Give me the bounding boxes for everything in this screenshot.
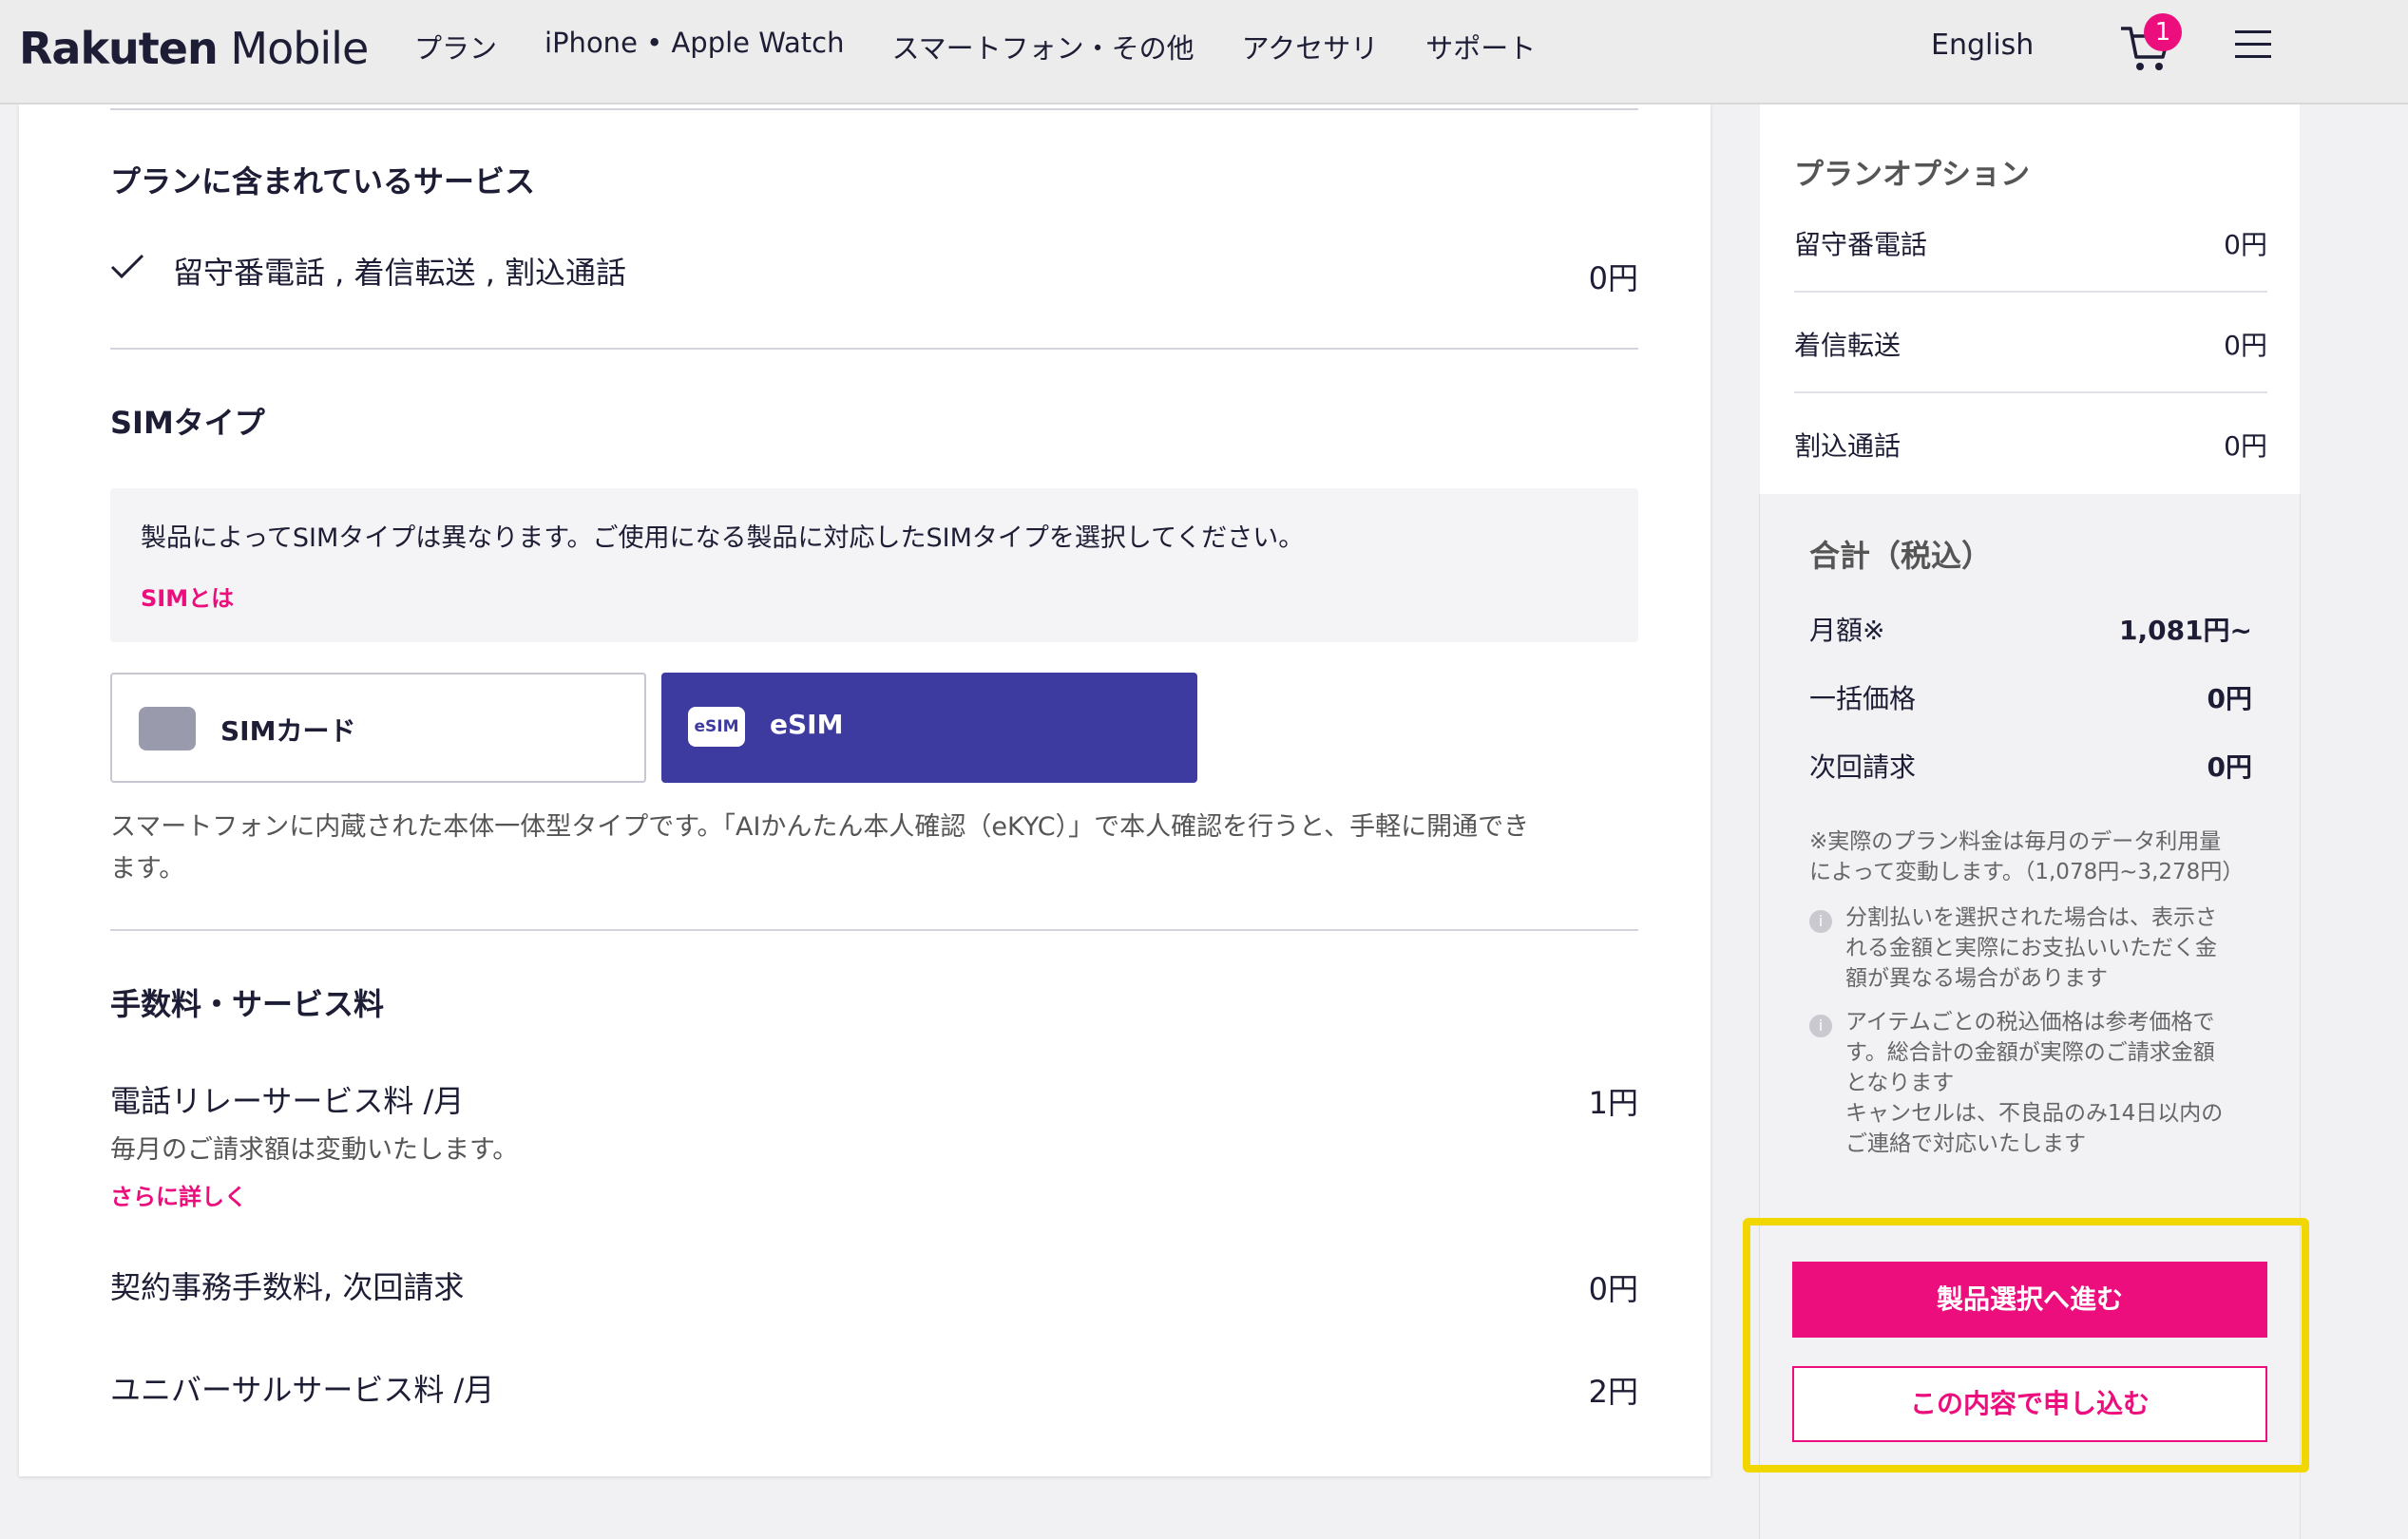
- sim-info-box: 製品によってSIMタイプは異なります。ご使用になる製品に対応したSIMタイプを選…: [110, 488, 1638, 642]
- installment-note-line3: 額が異なる場合があります: [1845, 966, 2108, 991]
- plan-options-title: プランオプション: [1794, 158, 2030, 192]
- included-services-title: プランに含まれているサービス: [110, 163, 536, 200]
- rakuten-mobile-logo[interactable]: Rakuten Mobile: [19, 23, 369, 74]
- total-title: 合計（税込）: [1809, 538, 1993, 574]
- nav-support[interactable]: サポート: [1425, 27, 1536, 66]
- esim-label: eSIM: [770, 709, 844, 740]
- sim-type-title: SIMタイプ: [110, 405, 265, 441]
- option-label: 割込通話: [1794, 430, 1902, 462]
- main-nav: プラン iPhone • Apple Watch スマートフォン・その他 アクセ…: [414, 27, 1536, 66]
- divider: [1794, 391, 2267, 393]
- plan-options-panel: プランオプション 留守番電話 0円 着信転送 0円 割込通話 0円: [1760, 104, 2300, 494]
- total-value: 0円: [2207, 683, 2252, 714]
- total-row-lump-sum: 一括価格 0円: [1809, 678, 2252, 716]
- total-label: 月額※: [1809, 615, 1885, 646]
- esim-option[interactable]: eSIM eSIM: [661, 673, 1197, 783]
- total-value: 1,081円~: [2118, 615, 2252, 646]
- relay-service-label: 電話リレーサービス料 /月: [110, 1083, 465, 1119]
- option-row-voicemail: 留守番電話 0円: [1794, 224, 2267, 262]
- sim-card-option[interactable]: SIMカード: [110, 673, 646, 783]
- universal-service-label: ユニバーサルサービス料 /月: [110, 1372, 495, 1408]
- esim-description-line2: ます。: [110, 854, 185, 884]
- cancel-note-line2: ご連絡で対応いたします: [1845, 1131, 2086, 1156]
- fees-title: 手数料・サービス料: [110, 986, 385, 1022]
- universal-service-price: 2円: [1588, 1374, 1638, 1410]
- relay-service-note: 毎月のご請求額は変動いたします。: [110, 1135, 519, 1165]
- sim-info-text: 製品によってSIMタイプは異なります。ご使用になる製品に対応したSIMタイプを選…: [141, 523, 1305, 553]
- logo-bold: Rakuten: [19, 23, 219, 74]
- cart-count-badge: 1: [2144, 13, 2182, 51]
- logo-thin: Mobile: [230, 23, 369, 74]
- option-value: 0円: [2224, 330, 2267, 361]
- cancel-note-line1: キャンセルは、不良品のみ14日以内の: [1845, 1101, 2224, 1126]
- relay-service-price: 1円: [1588, 1085, 1638, 1121]
- divider: [110, 929, 1638, 931]
- info-icon: i: [1809, 910, 1832, 933]
- contract-fee-price: 0円: [1588, 1271, 1638, 1307]
- language-switch[interactable]: English: [1931, 28, 2034, 62]
- what-is-sim-link[interactable]: SIMとは: [141, 580, 234, 613]
- option-value: 0円: [2224, 229, 2267, 260]
- hamburger-menu-icon[interactable]: [2235, 30, 2271, 59]
- proceed-to-product-selection-button[interactable]: 製品選択へ進む: [1792, 1262, 2267, 1338]
- option-label: 着信転送: [1794, 330, 1902, 361]
- included-services-price: 0円: [1588, 260, 1638, 296]
- installment-note-line2: れる金額と実際にお支払いいただく金: [1845, 936, 2217, 960]
- info-icon: i: [1809, 1015, 1832, 1037]
- nav-iphone[interactable]: iPhone • Apple Watch: [545, 27, 845, 66]
- esim-icon: eSIM: [688, 707, 745, 747]
- included-services-list: 留守番電話 , 着信転送 , 割込通話: [173, 255, 627, 291]
- contract-fee-label: 契約事務手数料, 次回請求: [110, 1269, 465, 1305]
- tax-note-line1: アイテムごとの税込価格は参考価格で: [1845, 1010, 2215, 1035]
- total-label: 次回請求: [1809, 751, 1917, 783]
- total-label: 一括価格: [1809, 683, 1917, 714]
- site-header: Rakuten Mobile プラン iPhone • Apple Watch …: [0, 0, 2408, 104]
- option-row-call-forwarding: 着信転送 0円: [1794, 325, 2267, 363]
- total-row-monthly: 月額※ 1,081円~: [1809, 610, 2252, 648]
- nav-plan[interactable]: プラン: [414, 27, 497, 66]
- divider: [110, 348, 1638, 350]
- tax-note-line2: す。総合計の金額が実際のご請求金額: [1845, 1040, 2215, 1065]
- more-details-link[interactable]: さらに詳しく: [110, 1178, 247, 1211]
- option-label: 留守番電話: [1794, 229, 1928, 260]
- tax-note-line3: となります: [1845, 1071, 1955, 1095]
- total-value: 0円: [2207, 751, 2252, 783]
- option-row-call-waiting: 割込通話 0円: [1794, 426, 2267, 464]
- nav-accessory[interactable]: アクセサリ: [1242, 27, 1379, 66]
- price-note-line1: ※実際のプラン料金は毎月のデータ利用量: [1809, 829, 2222, 854]
- nav-smartphone[interactable]: スマートフォン・その他: [892, 27, 1194, 66]
- divider: [110, 108, 1638, 110]
- sim-card-label: SIMカード: [220, 715, 356, 747]
- esim-description-line1: スマートフォンに内蔵された本体一体型タイプです。「AIかんたん本人確認（eKYC…: [110, 812, 1530, 842]
- price-note-line2: によって変動します。（1,078円~3,278円）: [1809, 860, 2245, 884]
- total-row-next-bill: 次回請求 0円: [1809, 747, 2252, 785]
- plan-detail-card: プランに含まれているサービス 留守番電話 , 着信転送 , 割込通話 0円 SI…: [19, 104, 1710, 1476]
- checkmark-icon: [110, 254, 144, 279]
- installment-note-line1: 分割払いを選択された場合は、表示さ: [1845, 905, 2217, 930]
- apply-with-this-content-button[interactable]: この内容で申し込む: [1792, 1366, 2267, 1442]
- divider: [1794, 291, 2267, 293]
- option-value: 0円: [2224, 430, 2267, 462]
- sim-card-icon: [139, 707, 196, 750]
